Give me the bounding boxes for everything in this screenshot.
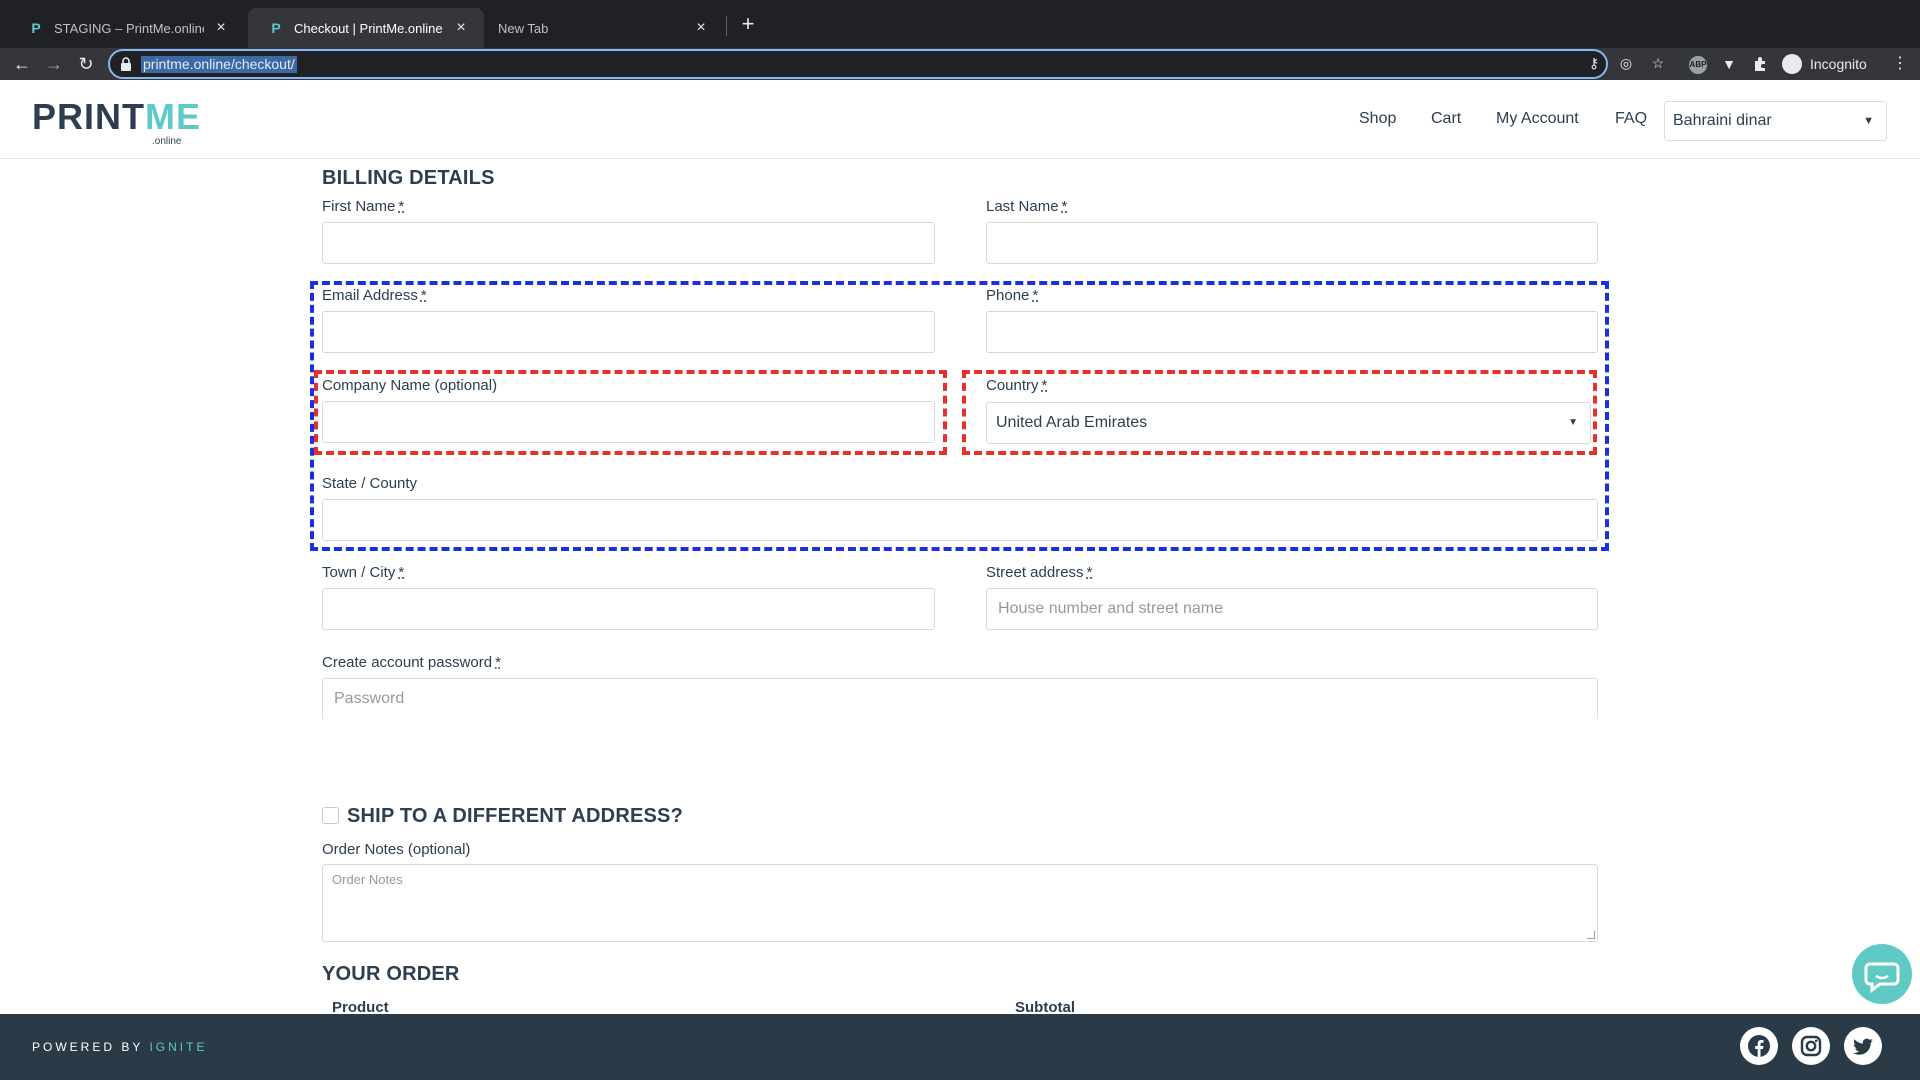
state-label: State / County: [322, 475, 418, 492]
incognito-icon: [1782, 54, 1802, 74]
tab-checkout[interactable]: P Checkout | PrintMe.online ×: [248, 8, 484, 48]
tab-title: STAGING – PrintMe.online | De: [54, 20, 204, 36]
email-input[interactable]: [322, 311, 935, 353]
close-icon[interactable]: ×: [452, 19, 470, 37]
country-label: Country *: [986, 377, 1048, 394]
reload-icon[interactable]: ↻: [74, 52, 98, 76]
email-label: Email Address *: [322, 287, 427, 304]
facebook-icon[interactable]: [1740, 1027, 1778, 1065]
town-input[interactable]: [322, 588, 935, 630]
close-icon[interactable]: ×: [212, 19, 230, 37]
password-label: Create account password *: [322, 654, 501, 671]
chat-icon: [1864, 962, 1900, 993]
currency-select[interactable]: Bahraini dinar ▼: [1664, 101, 1887, 141]
twitter-icon[interactable]: [1844, 1027, 1882, 1065]
phone-input[interactable]: [986, 311, 1598, 353]
country-select[interactable]: United Arab Emirates ▼: [986, 402, 1591, 444]
nav-shop[interactable]: Shop: [1359, 110, 1396, 128]
incognito-indicator[interactable]: Incognito: [1782, 54, 1867, 74]
company-input[interactable]: [322, 401, 935, 443]
printme-logo[interactable]: PRINTME .online: [32, 96, 201, 147]
state-input[interactable]: [322, 499, 1598, 541]
last-name-label: Last Name *: [986, 198, 1068, 215]
nav-faq[interactable]: FAQ: [1615, 110, 1647, 128]
currency-value: Bahraini dinar: [1673, 112, 1772, 129]
star-icon[interactable]: ☆: [1649, 54, 1667, 72]
billing-details-title: BILLING DETAILS: [322, 167, 495, 189]
adblock-icon[interactable]: ABP: [1689, 56, 1707, 74]
tab-separator: [726, 16, 727, 36]
puzzle-extension-icon[interactable]: [1752, 55, 1770, 73]
tab-new-tab[interactable]: New Tab ×: [488, 8, 724, 48]
order-notes-textarea[interactable]: Order Notes: [322, 864, 1598, 942]
back-arrow-icon[interactable]: ←: [10, 52, 34, 76]
caret-down-icon: ▼: [1568, 417, 1578, 428]
ignite-link[interactable]: IGNITE: [149, 1040, 207, 1054]
new-tab-button[interactable]: +: [735, 12, 761, 38]
nav-my-account[interactable]: My Account: [1496, 110, 1579, 128]
live-chat-button[interactable]: [1852, 944, 1912, 1004]
ship-different-title: SHIP TO A DIFFERENT ADDRESS?: [347, 805, 684, 827]
phone-label: Phone *: [986, 287, 1039, 304]
tab-staging[interactable]: P STAGING – PrintMe.online | De ×: [8, 8, 244, 48]
more-vertical-icon[interactable]: ⋮: [1892, 54, 1908, 74]
forward-arrow-icon[interactable]: →: [42, 52, 66, 76]
company-label: Company Name (optional): [322, 377, 498, 394]
url-text[interactable]: printme.online/checkout/: [141, 56, 297, 73]
eye-slash-icon[interactable]: ◎: [1617, 54, 1635, 72]
country-value: United Arab Emirates: [996, 414, 1148, 431]
printme-favicon-icon: P: [31, 20, 41, 36]
address-bar[interactable]: printme.online/checkout/: [108, 49, 1608, 79]
your-order-title: YOUR ORDER: [322, 963, 460, 985]
instagram-icon[interactable]: [1792, 1027, 1830, 1065]
logo-print-text: PRINT: [32, 96, 145, 137]
nav-cart[interactable]: Cart: [1431, 110, 1461, 128]
caret-down-icon: ▼: [1863, 115, 1874, 127]
street-label: Street address *: [986, 564, 1093, 581]
tab-title: New Tab: [498, 20, 549, 36]
printme-favicon-icon: P: [271, 20, 281, 36]
resize-handle-icon[interactable]: [1587, 931, 1595, 939]
lock-icon: [121, 57, 131, 71]
first-name-label: First Name *: [322, 198, 405, 215]
site-header: PRINTME .online Shop Cart My Account FAQ…: [0, 80, 1920, 159]
logo-sub-text: .online: [152, 136, 182, 147]
incognito-label: Incognito: [1810, 56, 1867, 72]
order-notes-placeholder: Order Notes: [332, 872, 403, 887]
powered-by-text: POWERED BY IGNITE: [32, 1040, 207, 1054]
first-name-input[interactable]: [322, 222, 935, 264]
street-input[interactable]: House number and street name: [986, 588, 1598, 630]
key-icon[interactable]: ⚷: [1585, 54, 1603, 72]
order-notes-label: Order Notes (optional): [322, 841, 471, 858]
site-footer: POWERED BY IGNITE: [0, 1014, 1920, 1080]
facebook-glyph: [1748, 1035, 1770, 1057]
close-icon[interactable]: ×: [692, 19, 710, 37]
powered-by-label: POWERED BY: [32, 1040, 150, 1054]
vimeo-extension-icon[interactable]: ▼: [1720, 55, 1738, 73]
browser-toolbar: ← → ↻ printme.online/checkout/ ⚷ ◎ ☆ ABP…: [0, 48, 1920, 80]
browser-tab-strip: P STAGING – PrintMe.online | De × P Chec…: [0, 0, 1920, 48]
tab-title: Checkout | PrintMe.online: [294, 20, 443, 36]
town-label: Town / City *: [322, 564, 405, 581]
ship-different-checkbox[interactable]: [322, 807, 339, 824]
password-input[interactable]: Password: [322, 678, 1598, 720]
last-name-input[interactable]: [986, 222, 1598, 264]
instagram-glyph: [1800, 1035, 1822, 1057]
logo-me-text: ME: [145, 96, 201, 137]
twitter-glyph: [1852, 1038, 1873, 1055]
